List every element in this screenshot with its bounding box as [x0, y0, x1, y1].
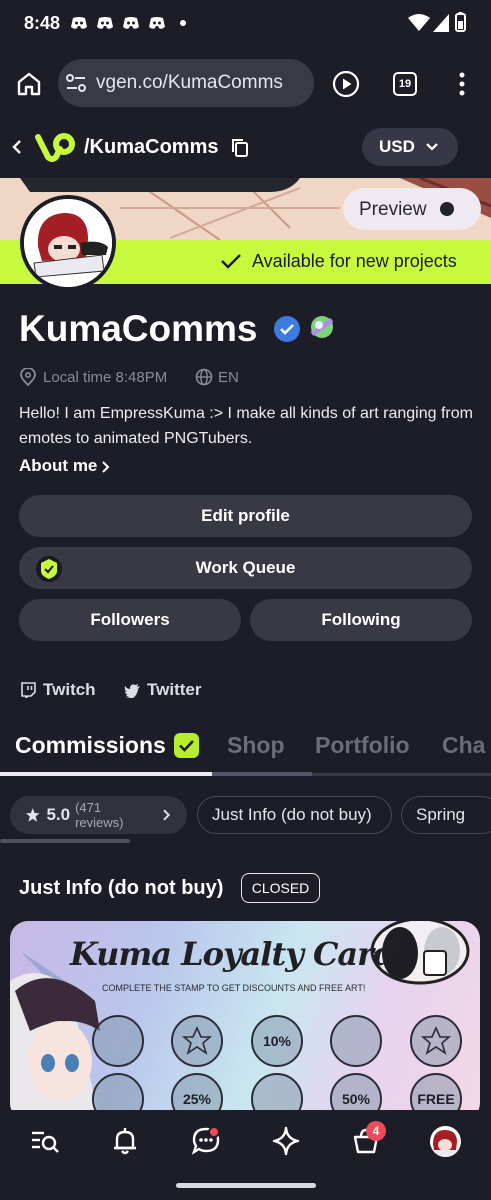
stamp-slot-star: [410, 1015, 462, 1067]
local-time: Local time 8:48PM: [43, 369, 168, 386]
twitch-link[interactable]: Twitch: [43, 680, 96, 700]
chip-scroll-indicator: [0, 839, 130, 843]
section-title: Just Info (do not buy): [19, 877, 224, 899]
tab-switcher-button[interactable]: 19: [393, 72, 417, 96]
stamp-slot: [92, 1015, 144, 1067]
cart-count-badge: 4: [366, 1121, 386, 1141]
verified-icon: [274, 316, 300, 342]
tab-commissions[interactable]: Commissions: [15, 732, 166, 759]
tab-active-indicator: [0, 772, 212, 776]
sparkle-icon[interactable]: [269, 1124, 303, 1158]
availability-label: Available for new projects: [252, 251, 457, 271]
chevron-right-icon: [102, 461, 110, 473]
edit-profile-button[interactable]: Edit profile: [19, 495, 472, 537]
about-me-link[interactable]: About me: [19, 456, 97, 476]
location-icon: [20, 368, 36, 386]
discord-notification-icon: [71, 17, 87, 29]
star-stamp-icon: [421, 1026, 451, 1055]
work-queue-button[interactable]: Work Queue: [19, 547, 472, 589]
tab-shop[interactable]: Shop: [227, 732, 285, 759]
profile-avatar-nav[interactable]: [430, 1126, 461, 1157]
stamp-slot: 10%: [251, 1015, 303, 1067]
avatar-artwork: [433, 1130, 458, 1157]
stamp-slot-star: [171, 1015, 223, 1067]
profile-bio: Hello! I am EmpressKuma :> I make all ki…: [19, 405, 473, 447]
status-time: 8:48: [24, 13, 61, 33]
stamp-slot: [330, 1015, 382, 1067]
avatar-artwork: [24, 199, 112, 287]
back-chevron-icon[interactable]: [10, 139, 24, 155]
url-text[interactable]: vgen.co/KumaComms: [96, 72, 283, 94]
check-icon: [221, 254, 241, 269]
preview-toggle-dot: [440, 202, 454, 216]
tab-scroll-indicator: [212, 772, 312, 776]
rating-value: 5.0: [46, 805, 71, 824]
language: EN: [218, 369, 239, 386]
more-notifications-dot: [180, 20, 186, 26]
currency-label: USD: [379, 137, 415, 156]
signal-icon: [433, 14, 449, 32]
reviews-count: (471 reviews): [75, 800, 124, 830]
commissions-check-icon: [174, 733, 199, 758]
rocket-badge-icon: [310, 316, 334, 338]
work-queue-label: Work Queue: [195, 558, 296, 577]
followers-button[interactable]: Followers: [19, 599, 241, 641]
filter-chip-just-info[interactable]: Just Info (do not buy): [197, 796, 392, 834]
rating-chip[interactable]: 5.0 (471 reviews): [10, 796, 187, 834]
twitter-icon: [124, 684, 140, 698]
home-indicator[interactable]: [176, 1183, 316, 1188]
play-icon[interactable]: [332, 70, 360, 98]
profile-handle: /KumaComms: [84, 136, 219, 158]
star-stamp-icon: [182, 1026, 212, 1055]
chevron-down-icon: [426, 143, 438, 151]
filter-chip-spring[interactable]: Spring: [401, 796, 491, 834]
card-title: Kuma Loyalty Card: [70, 935, 395, 973]
twitch-icon: [21, 682, 36, 698]
more-menu-icon[interactable]: [452, 71, 472, 97]
status-badge: CLOSED: [241, 873, 320, 903]
battery-icon: [455, 12, 466, 32]
browse-search-icon[interactable]: [28, 1124, 62, 1158]
profile-name: KumaComms: [19, 308, 258, 349]
star-icon: [25, 808, 40, 822]
discord-notification-icon: [149, 17, 165, 29]
globe-icon: [195, 368, 213, 386]
discord-notification-icon: [123, 17, 139, 29]
tab-portfolio[interactable]: Portfolio: [315, 732, 410, 759]
vgen-logo-icon[interactable]: [34, 131, 78, 163]
wifi-icon: [408, 14, 430, 31]
chevron-right-icon: [163, 809, 171, 821]
avatar[interactable]: [20, 195, 116, 291]
tab-cha[interactable]: Cha: [442, 732, 485, 759]
unread-messages-dot: [208, 1126, 220, 1138]
home-icon[interactable]: [16, 71, 42, 97]
work-queue-icon: [36, 556, 62, 582]
card-subtitle: COMPLETE THE STAMP TO GET DISCOUNTS AND …: [102, 983, 366, 993]
discord-notification-icon: [97, 17, 113, 29]
copy-icon[interactable]: [231, 138, 249, 158]
twitter-link[interactable]: Twitter: [147, 680, 201, 700]
notifications-bell-icon[interactable]: [108, 1124, 142, 1158]
site-settings-icon[interactable]: [66, 74, 86, 92]
following-button[interactable]: Following: [250, 599, 472, 641]
preview-label: Preview: [359, 199, 427, 220]
